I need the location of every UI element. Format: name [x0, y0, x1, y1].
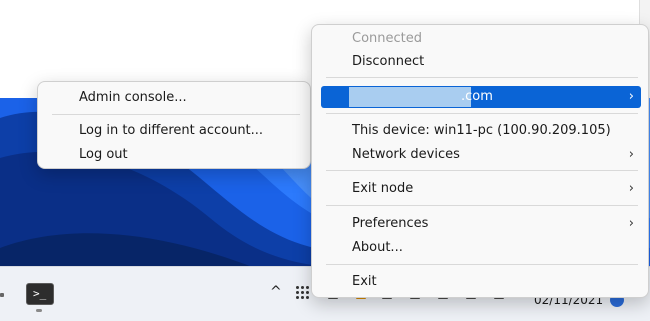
menu-item-label: Preferences — [352, 216, 429, 231]
menu-item-log-in-different-account[interactable]: Log in to different account... — [38, 120, 310, 142]
menu-item-label: Log in to different account... — [79, 123, 264, 138]
menu-item-log-out[interactable]: Log out — [38, 144, 310, 166]
chevron-right-icon: › — [628, 181, 634, 196]
menu-item-label: Network devices — [352, 147, 460, 162]
menu-item-exit[interactable]: Exit — [312, 271, 648, 293]
redacted-account-name — [349, 87, 471, 107]
account-submenu: Admin console... Log in to different acc… — [37, 81, 311, 169]
menu-item-label: Exit — [352, 274, 377, 289]
menu-item-account[interactable]: .com › — [321, 86, 641, 108]
menu-item-about[interactable]: About... — [312, 237, 648, 259]
show-hidden-icons-chevron[interactable]: ^ — [270, 285, 282, 299]
menu-item-label: Exit node — [352, 181, 414, 196]
menu-item-network-devices[interactable]: Network devices › — [312, 144, 648, 166]
running-indicator — [36, 309, 42, 312]
menu-separator — [326, 113, 638, 114]
menu-separator — [326, 170, 638, 171]
chevron-right-icon: › — [628, 89, 634, 104]
taskbar-edge-marker — [0, 293, 4, 297]
menu-separator — [52, 114, 300, 115]
menu-item-preferences[interactable]: Preferences › — [312, 213, 648, 235]
menu-separator — [326, 264, 638, 265]
terminal-icon: >_ — [26, 283, 54, 305]
menu-item-this-device[interactable]: This device: win11-pc (100.90.209.105) — [312, 120, 648, 142]
menu-item-exit-node[interactable]: Exit node › — [312, 178, 648, 200]
menu-item-admin-console[interactable]: Admin console... — [38, 87, 310, 109]
tailscale-tray-menu: Connected Disconnect .com › This device:… — [311, 24, 649, 298]
tailscale-icon[interactable] — [296, 286, 310, 300]
chevron-right-icon: › — [628, 147, 634, 162]
terminal-prompt-glyph: >_ — [33, 287, 47, 300]
menu-item-label: This device: win11-pc (100.90.209.105) — [352, 123, 611, 138]
menu-separator — [326, 77, 638, 78]
menu-item-label: Log out — [79, 147, 128, 162]
account-domain-label: .com — [461, 89, 493, 104]
menu-item-label: About... — [352, 240, 403, 255]
menu-item-label: Admin console... — [79, 90, 187, 105]
menu-item-label: Disconnect — [352, 54, 425, 69]
chevron-right-icon: › — [628, 216, 634, 231]
menu-item-connected-status: Connected — [312, 28, 648, 50]
status-label: Connected — [352, 31, 423, 46]
terminal-taskbar-button[interactable]: >_ — [24, 279, 54, 312]
menu-item-disconnect[interactable]: Disconnect — [312, 51, 648, 73]
menu-separator — [326, 205, 638, 206]
